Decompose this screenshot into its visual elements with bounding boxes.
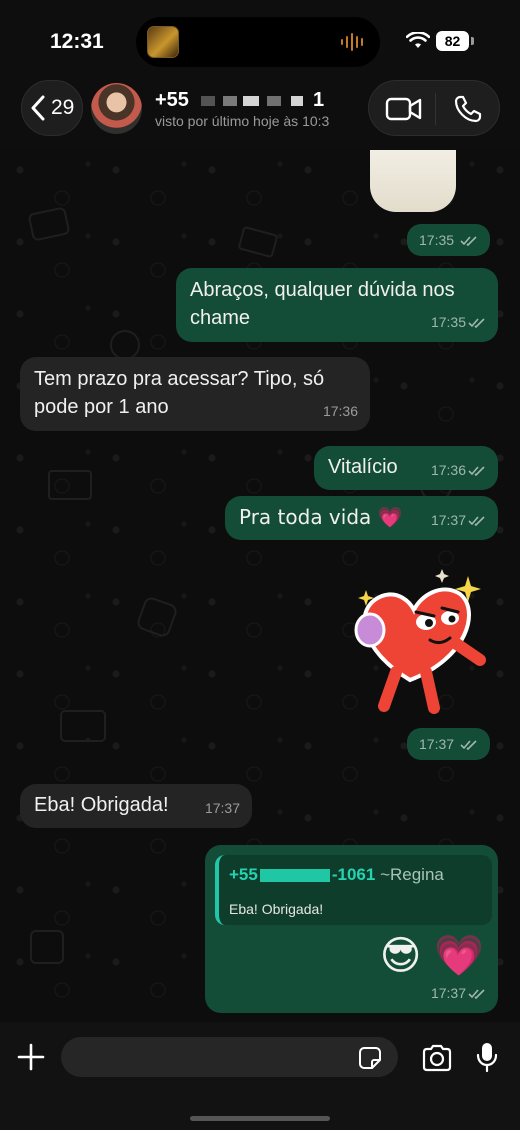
message-time: 17:37 — [430, 512, 466, 528]
wallpaper-doodle — [135, 595, 179, 639]
redaction-block — [259, 869, 330, 883]
redaction-block — [222, 95, 237, 106]
double-check-icon — [468, 516, 485, 527]
wifi-icon — [406, 32, 430, 48]
status-bar: 12:31 82 — [0, 0, 520, 80]
quoted-text: Eba! Obrigada! — [229, 901, 324, 917]
sticker-time: 17:37 — [407, 728, 490, 760]
redaction-block — [242, 95, 259, 106]
message-list[interactable]: 17:35 Abraços, qualquer dúvida nos chame… — [0, 150, 520, 1022]
message-input[interactable] — [61, 1037, 398, 1077]
redaction-block — [266, 95, 281, 106]
message-text: 😎 💗 — [379, 933, 484, 979]
redaction-block — [290, 95, 303, 106]
message-bubble-outgoing-reply[interactable]: +55 -1061 ~Regina Eba! Obrigada! 😎 💗 17:3… — [205, 845, 498, 1013]
message-text: Tem prazo pra acessar? Tipo, só pode por… — [34, 368, 325, 418]
dynamic-island — [136, 17, 380, 67]
quoted-message[interactable]: +55 -1061 ~Regina Eba! Obrigada! — [215, 855, 492, 925]
message-text: Vitalício — [328, 456, 398, 478]
last-seen-status: visto por último hoje às 10:3 — [155, 113, 330, 129]
message-time: 17:35 — [419, 232, 455, 248]
microphone-button[interactable] — [475, 1041, 499, 1073]
home-indicator — [190, 1116, 330, 1121]
wallpaper-doodle — [60, 710, 106, 742]
quoted-author-alias: ~Regina — [380, 865, 444, 884]
battery-tip — [471, 37, 474, 45]
wallpaper-doodle — [48, 470, 92, 500]
contact-name[interactable]: +55 1 — [155, 89, 324, 112]
message-meta: 17:37 — [431, 506, 486, 534]
quoted-author-prefix: +55 — [229, 865, 258, 884]
wallpaper-doodle — [30, 930, 64, 964]
battery-indicator: 82 — [436, 31, 469, 51]
quoted-author-suffix: -1061 — [331, 865, 376, 884]
composer-bar — [0, 1022, 520, 1130]
message-meta: 17:36 — [323, 397, 358, 425]
wallpaper-doodle — [110, 330, 140, 360]
redaction-block — [200, 95, 215, 106]
message-text: Pra toda vida 💗 — [239, 505, 403, 529]
wallpaper-doodle — [27, 206, 71, 242]
double-check-icon — [460, 740, 477, 751]
sticker-cup-partial[interactable] — [370, 150, 456, 212]
message-time: 17:37 — [430, 985, 466, 1001]
unread-count: 29 — [51, 96, 75, 119]
wallpaper-doodle — [237, 225, 279, 259]
double-check-icon — [468, 466, 485, 477]
message-bubble-outgoing[interactable]: Pra toda vida 💗 17:37 — [225, 496, 498, 540]
message-time: 17:37 — [204, 800, 240, 816]
message-bubble-outgoing[interactable]: Vitalício 17:36 — [314, 446, 498, 490]
message-meta: 17:36 — [431, 456, 486, 484]
attach-plus-button[interactable] — [16, 1042, 46, 1072]
message-meta: 17:37 — [205, 794, 240, 822]
audio-wave-icon — [341, 33, 363, 51]
chat-header: 29 +55 1 visto por último hoje às 10:3 — [0, 80, 520, 150]
message-text: Abraços, qualquer dúvida nos chame — [190, 279, 455, 329]
contact-avatar[interactable] — [91, 83, 142, 134]
double-check-icon — [460, 236, 477, 247]
camera-button[interactable] — [421, 1044, 453, 1072]
clock: 12:31 — [50, 30, 104, 53]
message-bubble-outgoing[interactable]: Abraços, qualquer dúvida nos chame 17:35 — [176, 268, 498, 342]
double-check-icon — [468, 989, 485, 1000]
contact-name-suffix: 1 — [312, 89, 325, 111]
sticker-button[interactable] — [358, 1046, 382, 1070]
message-time: 17:35 — [430, 314, 466, 330]
chevron-left-icon — [31, 95, 45, 121]
contact-name-prefix: +55 — [155, 89, 189, 111]
divider — [435, 93, 436, 125]
call-actions — [368, 80, 500, 136]
double-check-icon — [468, 318, 485, 329]
message-bubble-incoming[interactable]: Tem prazo pra acessar? Tipo, só pode por… — [20, 357, 370, 431]
video-call-button[interactable] — [385, 96, 423, 122]
message-bubble-incoming[interactable]: Eba! Obrigada! 17:37 — [20, 784, 252, 828]
message-text: Eba! Obrigada! — [34, 794, 169, 816]
back-button[interactable]: 29 — [21, 80, 83, 136]
message-meta: 17:35 — [431, 308, 486, 336]
message-meta: 17:37 — [431, 979, 486, 1007]
voice-call-button[interactable] — [453, 94, 483, 124]
message-time: 17:37 — [419, 736, 455, 752]
quoted-author: +55 -1061 ~Regina — [229, 861, 482, 889]
message-time: 17:36 — [322, 403, 358, 419]
app-thumbnail-icon — [147, 26, 179, 58]
sticker-time: 17:35 — [407, 224, 490, 256]
message-time: 17:36 — [430, 462, 466, 478]
dancing-heart-sticker[interactable] — [330, 568, 490, 718]
